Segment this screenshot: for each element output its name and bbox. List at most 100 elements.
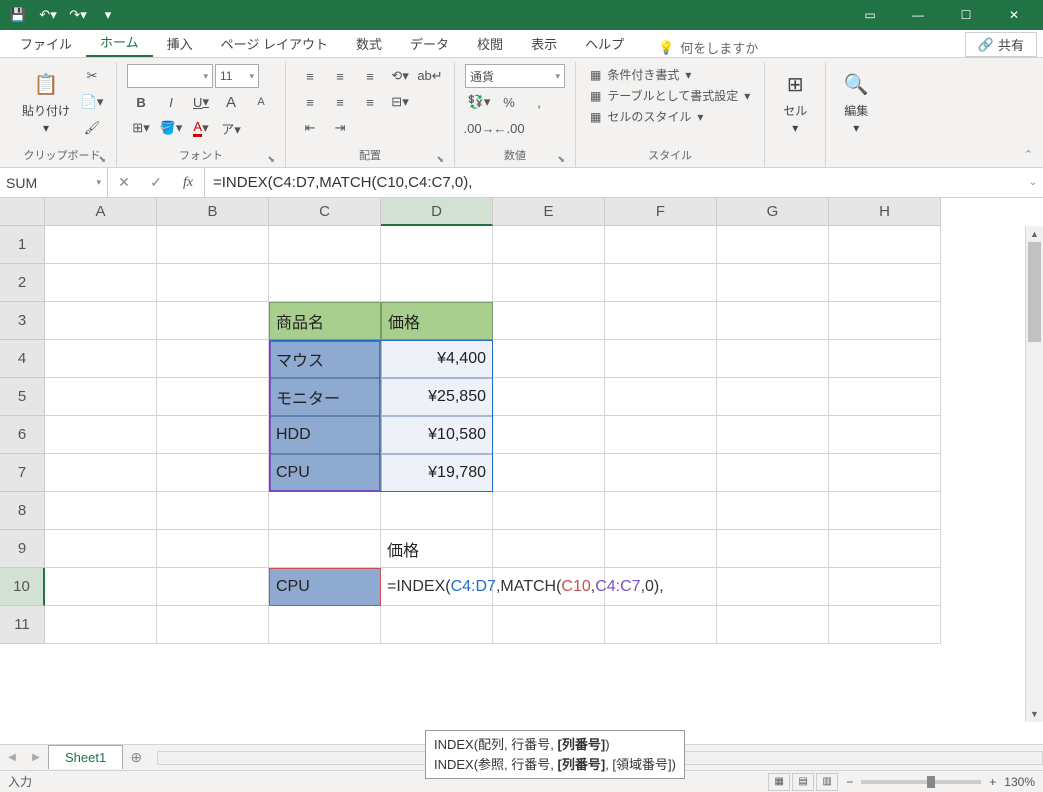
decrease-decimal-icon[interactable]: ←.00 (495, 116, 523, 140)
cell[interactable] (717, 340, 829, 378)
cell[interactable]: CPU (269, 454, 381, 492)
cell[interactable] (829, 416, 941, 454)
col-header[interactable]: G (717, 198, 829, 226)
font-color-icon[interactable]: A▾ (187, 116, 215, 140)
tab-formulas[interactable]: 数式 (342, 30, 396, 57)
tab-nav-next-icon[interactable]: ▶ (24, 752, 48, 763)
font-name-combo[interactable] (127, 64, 213, 88)
cell[interactable] (605, 378, 717, 416)
page-break-view-icon[interactable]: ▥ (816, 773, 838, 791)
col-header[interactable]: B (157, 198, 269, 226)
increase-indent-icon[interactable]: ⇥ (326, 116, 354, 140)
cell[interactable] (45, 606, 157, 644)
zoom-out-icon[interactable]: − (846, 775, 853, 789)
border-icon[interactable]: ⊞▾ (127, 116, 155, 140)
row-header[interactable]: 6 (0, 416, 45, 454)
cell[interactable] (269, 264, 381, 302)
cell[interactable] (717, 492, 829, 530)
save-icon[interactable]: 💾 (6, 3, 30, 27)
undo-icon[interactable]: ↶ ▾ (36, 3, 60, 27)
col-header[interactable]: D (381, 198, 493, 226)
tab-nav-prev-icon[interactable]: ◀ (0, 752, 24, 763)
align-right-icon[interactable]: ≡ (356, 90, 384, 114)
cell[interactable] (605, 454, 717, 492)
align-bottom-icon[interactable]: ≡ (356, 64, 384, 88)
cell[interactable] (717, 606, 829, 644)
cell[interactable] (157, 340, 269, 378)
enter-formula-icon[interactable]: ✓ (140, 174, 172, 191)
copy-icon[interactable]: 📄▾ (78, 90, 106, 114)
cell[interactable]: モニター (269, 378, 381, 416)
cell-styles-button[interactable]: ▦ セルのスタイル ▾ (590, 108, 750, 125)
align-left-icon[interactable]: ≡ (296, 90, 324, 114)
cell[interactable] (829, 568, 941, 606)
cell[interactable] (45, 340, 157, 378)
add-sheet-icon[interactable]: ⊕ (123, 749, 149, 766)
cell[interactable] (605, 606, 717, 644)
cell[interactable] (157, 606, 269, 644)
zoom-value[interactable]: 130% (1004, 775, 1035, 789)
cell[interactable] (605, 226, 717, 264)
bold-button[interactable]: B (127, 90, 155, 114)
insert-function-icon[interactable]: fx (172, 175, 204, 191)
cell[interactable]: 価格 (381, 530, 493, 568)
row-header[interactable]: 4 (0, 340, 45, 378)
cell[interactable] (829, 530, 941, 568)
cell[interactable] (717, 378, 829, 416)
cell[interactable] (269, 226, 381, 264)
cell[interactable] (717, 264, 829, 302)
conditional-formatting-button[interactable]: ▦ 条件付き書式 ▾ (590, 66, 750, 83)
cell[interactable] (157, 226, 269, 264)
fill-color-icon[interactable]: 🪣▾ (157, 116, 185, 140)
cell[interactable]: ¥10,580 (381, 416, 493, 454)
row-header[interactable]: 5 (0, 378, 45, 416)
cell[interactable]: ¥4,400 (381, 340, 493, 378)
col-header[interactable]: F (605, 198, 717, 226)
cell[interactable] (381, 264, 493, 302)
zoom-thumb[interactable] (927, 776, 935, 788)
cell[interactable] (717, 226, 829, 264)
tab-review[interactable]: 校閲 (463, 30, 517, 57)
cell[interactable]: 商品名 (269, 302, 381, 340)
close-button[interactable]: ✕ (991, 0, 1037, 30)
shrink-font-icon[interactable]: A (247, 90, 275, 114)
cell[interactable] (381, 492, 493, 530)
cell[interactable] (717, 302, 829, 340)
cell[interactable] (381, 606, 493, 644)
cell[interactable] (605, 340, 717, 378)
sheet-tab[interactable]: Sheet1 (48, 745, 123, 769)
scroll-up-icon[interactable]: ▲ (1026, 226, 1043, 242)
cell[interactable] (45, 492, 157, 530)
tab-file[interactable]: ファイル (6, 30, 86, 57)
cell[interactable] (45, 226, 157, 264)
increase-decimal-icon[interactable]: .00→ (465, 116, 493, 140)
editing-button[interactable]: 🔍 編集▾ (836, 64, 876, 161)
cell[interactable] (45, 568, 157, 606)
tab-home[interactable]: ホーム (86, 28, 153, 57)
collapse-ribbon-icon[interactable]: ⌃ (1024, 148, 1033, 161)
cell[interactable] (829, 302, 941, 340)
cell[interactable] (829, 378, 941, 416)
percent-icon[interactable]: % (495, 90, 523, 114)
cell[interactable] (45, 378, 157, 416)
cell[interactable] (45, 416, 157, 454)
cell[interactable] (157, 378, 269, 416)
formula-input[interactable]: =INDEX(C4:D7,MATCH(C10,C4:C7,0), (205, 168, 1023, 197)
dialog-launcher-icon[interactable]: ⬊ (557, 154, 565, 165)
paste-button[interactable]: 📋 貼り付け▾ (18, 64, 74, 145)
scroll-down-icon[interactable]: ▼ (1026, 706, 1043, 722)
qat-customize-icon[interactable]: ▾ (96, 3, 120, 27)
cell[interactable] (157, 264, 269, 302)
number-format-combo[interactable]: 通貨 (465, 64, 565, 88)
cell[interactable] (493, 454, 605, 492)
cell[interactable] (45, 454, 157, 492)
cell[interactable] (269, 606, 381, 644)
cell[interactable] (493, 340, 605, 378)
zoom-slider[interactable] (861, 780, 981, 784)
font-size-combo[interactable]: 11 (215, 64, 259, 88)
active-cell[interactable]: =INDEX(C4:D7,MATCH(C10,C4:C7,0), (381, 568, 493, 606)
cell[interactable]: ¥19,780 (381, 454, 493, 492)
row-header[interactable]: 7 (0, 454, 45, 492)
cell[interactable] (717, 416, 829, 454)
vertical-scrollbar[interactable]: ▲ ▼ (1025, 226, 1043, 722)
